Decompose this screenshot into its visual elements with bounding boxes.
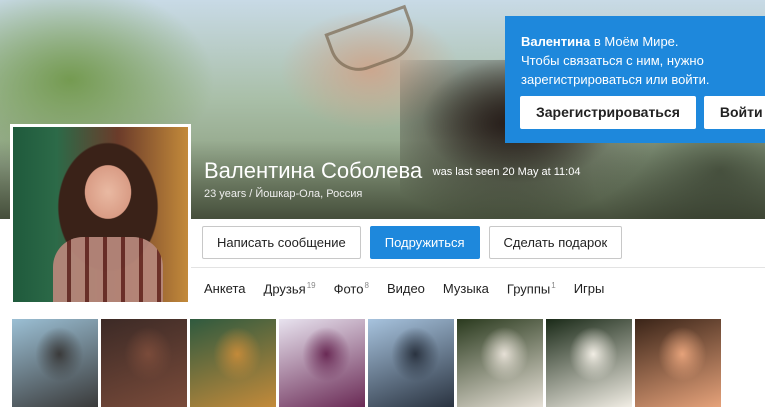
- tab-label: Игры: [573, 281, 605, 296]
- photo-7[interactable]: [546, 319, 632, 407]
- tab-label: Друзья: [263, 281, 306, 297]
- signup-prompt-line3: зарегистрироваться или войти.: [521, 72, 710, 87]
- avatar[interactable]: [10, 124, 191, 305]
- tab-label: Анкета: [204, 281, 246, 296]
- tab-3[interactable]: Видео: [387, 281, 425, 296]
- signup-prompt-line1: в Моём Мире.: [590, 34, 679, 49]
- tab-2[interactable]: Фото8: [334, 281, 369, 296]
- add-friend-button[interactable]: Подружиться: [369, 226, 480, 259]
- profile-tabs: Анкета Друзья19 Фото8 Видео Музыка Группы1 Игр…: [204, 281, 622, 296]
- signup-prompt-line2: Чтобы связаться с ним, нужно: [521, 53, 704, 68]
- tab-1[interactable]: Друзья19: [264, 281, 316, 296]
- photo-3[interactable]: [190, 319, 276, 407]
- tab-label: Музыка: [442, 281, 489, 296]
- send-gift-button[interactable]: Сделать подарок: [488, 226, 623, 259]
- profile-subtitle[interactable]: 23 years / Йошкар-Ола, Россия: [204, 188, 362, 200]
- signup-prompt-name: Валентина: [521, 34, 591, 49]
- photo-2[interactable]: [101, 319, 187, 407]
- tab-6[interactable]: Игры: [574, 281, 605, 296]
- tab-0[interactable]: Анкета: [204, 281, 246, 296]
- tab-count: 1: [551, 281, 556, 290]
- photo-1[interactable]: [12, 319, 98, 407]
- avatar-shirt-shape: [53, 237, 163, 302]
- tab-label: Фото: [333, 281, 364, 297]
- profile-name: Валентина Соболева: [204, 158, 423, 183]
- photo-strip: [0, 309, 765, 419]
- photo-4[interactable]: [279, 319, 365, 407]
- photo-8[interactable]: [635, 319, 721, 407]
- register-button[interactable]: Зарегистрироваться: [520, 96, 696, 129]
- photo-5[interactable]: [368, 319, 454, 407]
- send-message-button[interactable]: Написать сообщение: [202, 226, 361, 259]
- tab-label: Группы: [506, 281, 551, 297]
- last-seen-text: was last seen 20 May at 11:04: [432, 166, 581, 178]
- login-button[interactable]: Войти: [703, 96, 765, 129]
- tab-label: Видео: [386, 281, 425, 296]
- signup-prompt-box: Валентина в Моём Мире. Чтобы связаться с…: [505, 16, 765, 143]
- tab-4[interactable]: Музыка: [443, 281, 489, 296]
- tab-count: 19: [306, 281, 316, 290]
- tab-count: 8: [364, 281, 369, 290]
- signup-prompt-text: Валентина в Моём Мире. Чтобы связаться с…: [521, 32, 765, 89]
- avatar-image: [13, 127, 188, 302]
- tab-5[interactable]: Группы1: [507, 281, 556, 296]
- tabs-divider: [190, 267, 765, 268]
- photo-6[interactable]: [457, 319, 543, 407]
